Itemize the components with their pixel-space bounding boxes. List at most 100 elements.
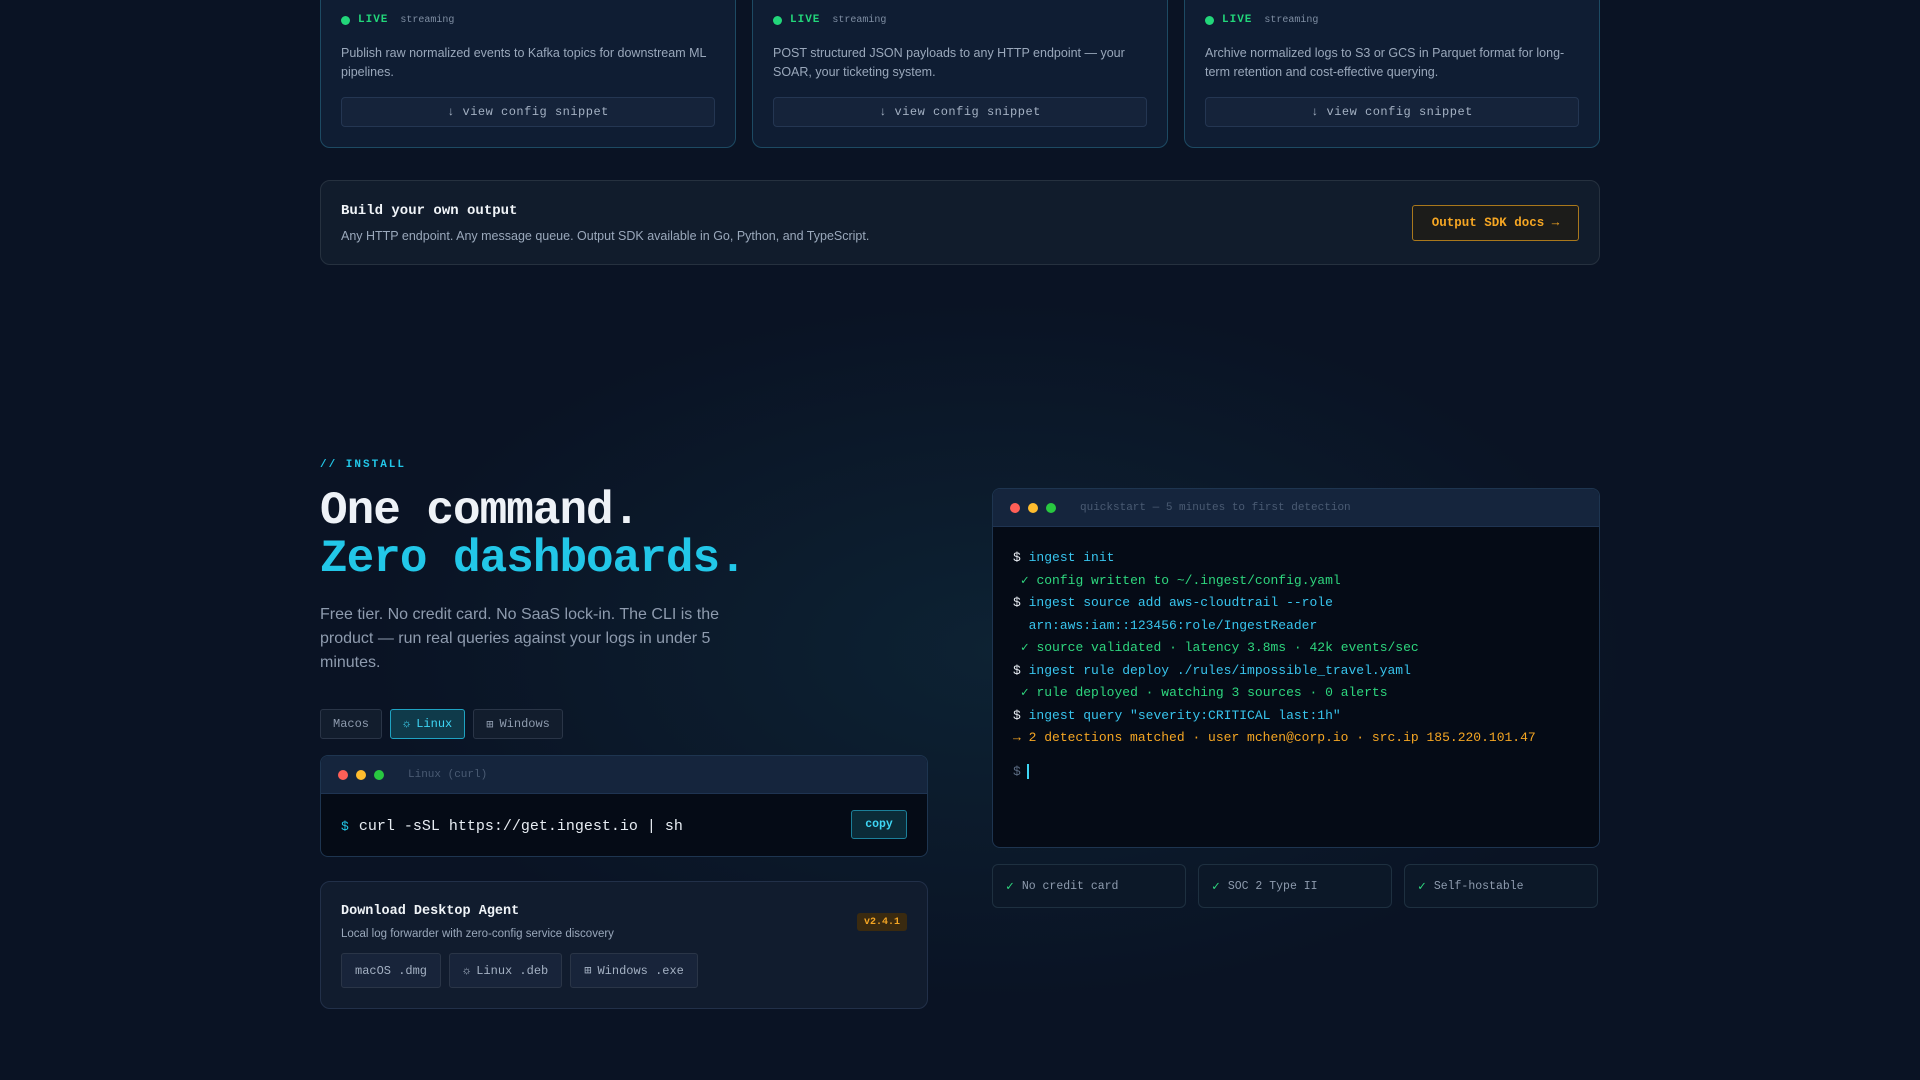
feature-self-hostable: ✓ Self-hostable [1404, 864, 1598, 908]
download-windows-button[interactable]: ⊞ Windows .exe [570, 953, 698, 988]
install-command[interactable]: $ curl -sSL https://get.ingest.io | sh [341, 818, 683, 835]
feature-label: Self-hostable [1433, 879, 1524, 893]
maximize-dot-icon [374, 769, 384, 780]
terminal-line: $ ingest source add aws-cloudtrail --rol… [1013, 592, 1579, 615]
prompt-symbol: $ [1013, 707, 1021, 723]
download-label: Windows .exe [597, 963, 684, 978]
tab-linux[interactable]: ☼ Linux [390, 709, 466, 739]
output-text: source validated · latency 3.8ms · 42k e… [1036, 640, 1419, 655]
build-output-banner: Build your own output Any HTTP endpoint.… [320, 180, 1600, 265]
terminal-line: $ ingest rule deploy ./rules/impossible_… [1013, 660, 1579, 683]
card-description: Archive normalized logs to S3 or GCS in … [1205, 46, 1565, 79]
section-label: // INSTALL [320, 459, 407, 471]
windows-icon: ⊞ [584, 964, 592, 978]
minimize-dot-icon [356, 769, 366, 780]
minimize-dot-icon [1028, 502, 1038, 513]
tab-macos[interactable]: Macos [320, 709, 383, 739]
status-indicator: LIVE streaming [341, 14, 454, 26]
prompt-symbol: $ [1013, 662, 1021, 678]
prompt-symbol: $ [1013, 595, 1021, 610]
command-continuation: arn:aws:iam::123456:role/IngestReader [1028, 617, 1318, 633]
command-text: ingest query "severity:CRITICAL last:1h" [1028, 707, 1341, 723]
maximize-dot-icon [1046, 502, 1056, 513]
live-dot-icon [341, 15, 350, 25]
status-live: LIVE [1222, 14, 1253, 26]
feature-badges: ✓ No credit card ✓ SOC 2 Type II ✓ Self-… [992, 864, 1598, 908]
live-dot-icon [1205, 15, 1214, 25]
status-indicator: LIVE streaming [773, 14, 886, 26]
linux-icon: ☼ [463, 963, 471, 978]
linux-icon: ☼ [403, 717, 411, 731]
status-mode: streaming [400, 14, 455, 26]
terminal-output: $ ingest init ✓ config written to ~/.ing… [993, 527, 1599, 799]
close-dot-icon [1010, 502, 1020, 513]
terminal-line: → 2 detections matched · user mchen@corp… [1013, 727, 1579, 750]
tab-label: Linux [416, 717, 453, 731]
terminal-titlebar: Linux (curl) [321, 756, 927, 794]
copy-button[interactable]: copy [851, 810, 907, 839]
output-text: config written to ~/.ingest/config.yaml [1036, 572, 1341, 588]
status-mode: streaming [832, 14, 887, 26]
tab-windows[interactable]: ⊞ Windows [473, 709, 563, 739]
card-description: Publish raw normalized events to Kafka t… [341, 46, 706, 79]
status-indicator: LIVE streaming [1205, 14, 1318, 26]
feature-label: SOC 2 Type II [1227, 879, 1318, 893]
terminal-titlebar: quickstart — 5 minutes to first detectio… [993, 489, 1599, 527]
tab-label: Windows [499, 717, 550, 731]
output-card-kafka: LIVE streaming Publish raw normalized ev… [320, 0, 736, 148]
terminal-line: ✓ config written to ~/.ingest/config.yam… [1013, 570, 1579, 593]
view-config-button[interactable]: ↓ view config snippet [773, 97, 1147, 127]
build-subtitle: Any HTTP endpoint. Any message queue. Ou… [341, 229, 870, 243]
output-text: 2 detections matched · user mchen@corp.i… [1028, 730, 1536, 745]
download-label: macOS .dmg [355, 963, 428, 978]
output-card-webhook: LIVE streaming POST structured JSON payl… [752, 0, 1168, 148]
feature-label: No credit card [1021, 879, 1119, 893]
terminal-line: $ ingest init [1013, 547, 1579, 570]
tab-label: Macos [333, 717, 370, 731]
arrow-icon: → [1013, 730, 1021, 745]
check-icon: ✓ [1020, 640, 1029, 655]
install-lead: Free tier. No credit card. No SaaS lock-… [320, 606, 719, 671]
card-description: POST structured JSON payloads to any HTT… [773, 46, 1125, 79]
command-text: curl -sSL https://get.ingest.io | sh [358, 818, 683, 835]
output-text: rule deployed · watching 3 sources · 0 a… [1036, 685, 1388, 700]
command-text: ingest init [1028, 550, 1115, 565]
check-icon: ✓ [1212, 878, 1220, 894]
terminal-input-line[interactable]: $ [1013, 763, 1579, 779]
install-terminal: Linux (curl) $ curl -sSL https://get.inge… [320, 755, 928, 857]
status-live: LIVE [358, 14, 389, 26]
terminal-title: quickstart — 5 minutes to first detectio… [1080, 501, 1351, 514]
windows-icon: ⊞ [486, 717, 494, 732]
download-linux-button[interactable]: ☼ Linux .deb [449, 953, 563, 988]
output-card-archive: LIVE streaming Archive normalized logs t… [1184, 0, 1600, 148]
headline-primary: One command. [320, 485, 640, 537]
prompt-symbol: $ [1013, 763, 1021, 779]
check-icon: ✓ [1020, 572, 1029, 588]
feature-soc2: ✓ SOC 2 Type II [1198, 864, 1392, 908]
agent-subtitle: Local log forwarder with zero-config ser… [341, 928, 614, 940]
output-sdk-docs-button[interactable]: Output SDK docs → [1412, 205, 1579, 241]
desktop-agent-card: Download Desktop Agent Local log forward… [320, 881, 928, 1009]
download-buttons: macOS .dmg ☼ Linux .deb ⊞ Windows .exe [341, 953, 698, 988]
prompt-symbol: $ [1013, 550, 1021, 565]
check-icon: ✓ [1418, 878, 1426, 894]
check-icon: ✓ [1006, 878, 1014, 894]
feature-no-credit-card: ✓ No credit card [992, 864, 1186, 908]
download-label: Linux .deb [476, 963, 549, 978]
command-text: ingest source add aws-cloudtrail --role [1028, 595, 1333, 610]
terminal-line: $ ingest query "severity:CRITICAL last:1… [1013, 705, 1579, 728]
command-text: ingest rule deploy ./rules/impossible_tr… [1028, 662, 1411, 678]
download-macos-button[interactable]: macOS .dmg [341, 953, 442, 988]
os-tabs: Macos ☼ Linux ⊞ Windows [320, 709, 563, 739]
view-config-button[interactable]: ↓ view config snippet [341, 97, 715, 127]
terminal-line: ✓ source validated · latency 3.8ms · 42k… [1013, 637, 1579, 660]
live-dot-icon [773, 15, 782, 25]
cursor [1026, 763, 1029, 779]
agent-title: Download Desktop Agent [341, 904, 520, 919]
terminal-line: ✓ rule deployed · watching 3 sources · 0… [1013, 682, 1579, 705]
build-title: Build your own output [341, 203, 518, 219]
terminal-line: arn:aws:iam::123456:role/IngestReader [1013, 615, 1579, 638]
check-icon: ✓ [1020, 685, 1029, 700]
prompt-symbol: $ [341, 819, 349, 834]
view-config-button[interactable]: ↓ view config snippet [1205, 97, 1579, 127]
